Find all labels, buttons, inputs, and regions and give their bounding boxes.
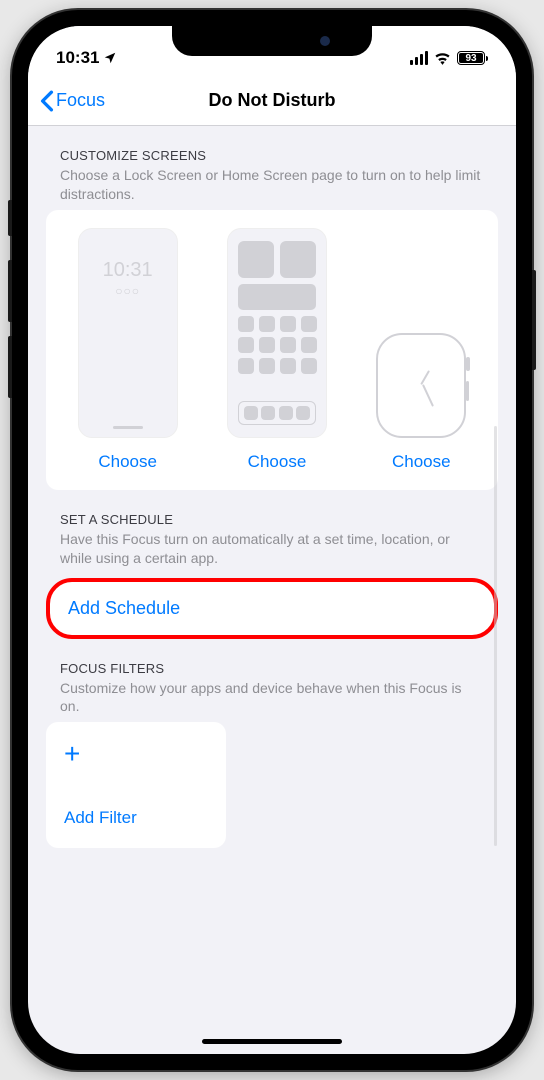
battery-icon: 93 [457,51,488,65]
home-screen-preview [227,228,327,438]
chevron-left-icon [40,90,54,112]
status-time: 10:31 [56,48,99,68]
choose-lock-label: Choose [98,452,157,472]
schedule-header: SET A SCHEDULE Have this Focus turn on a… [46,490,498,574]
location-icon [103,51,117,65]
back-label: Focus [56,90,105,111]
wifi-icon [434,52,451,65]
signal-icon [410,51,428,65]
filters-desc: Customize how your apps and device behav… [60,679,484,717]
battery-level: 93 [465,53,476,64]
lock-preview-dots: ○○○ [115,284,140,298]
choose-home-label: Choose [248,452,307,472]
content-area[interactable]: CUSTOMIZE SCREENS Choose a Lock Screen o… [28,126,516,848]
lock-screen-preview: 10:31 ○○○ [78,228,178,438]
notch [172,26,372,56]
add-filter-label: Add Filter [64,808,208,828]
home-screen-option[interactable]: Choose [227,228,327,472]
add-schedule-label: Add Schedule [68,598,476,619]
customize-title: CUSTOMIZE SCREENS [60,148,484,163]
screen: 10:31 93 Focus [28,26,516,1054]
customize-header: CUSTOMIZE SCREENS Choose a Lock Screen o… [46,126,498,210]
plus-icon: + [64,740,208,768]
lock-screen-option[interactable]: 10:31 ○○○ Choose [78,228,178,472]
lock-preview-time: 10:31 [103,259,153,282]
home-indicator[interactable] [202,1039,342,1044]
customize-desc: Choose a Lock Screen or Home Screen page… [60,166,484,204]
nav-bar: Focus Do Not Disturb [28,76,516,126]
customize-screens-card: 10:31 ○○○ Choose [46,210,498,490]
page-title: Do Not Disturb [209,90,336,111]
choose-watch-label: Choose [392,452,451,472]
phone-frame: 10:31 93 Focus [12,10,532,1070]
filters-header: FOCUS FILTERS Customize how your apps an… [46,639,498,723]
watch-option[interactable]: Choose [376,333,466,472]
schedule-desc: Have this Focus turn on automatically at… [60,530,484,568]
add-schedule-button[interactable]: Add Schedule [46,578,498,639]
scroll-indicator[interactable] [494,426,497,846]
add-filter-button[interactable]: + Add Filter [46,722,226,848]
watch-preview [376,333,466,438]
filters-title: FOCUS FILTERS [60,661,484,676]
back-button[interactable]: Focus [40,90,105,112]
schedule-title: SET A SCHEDULE [60,512,484,527]
